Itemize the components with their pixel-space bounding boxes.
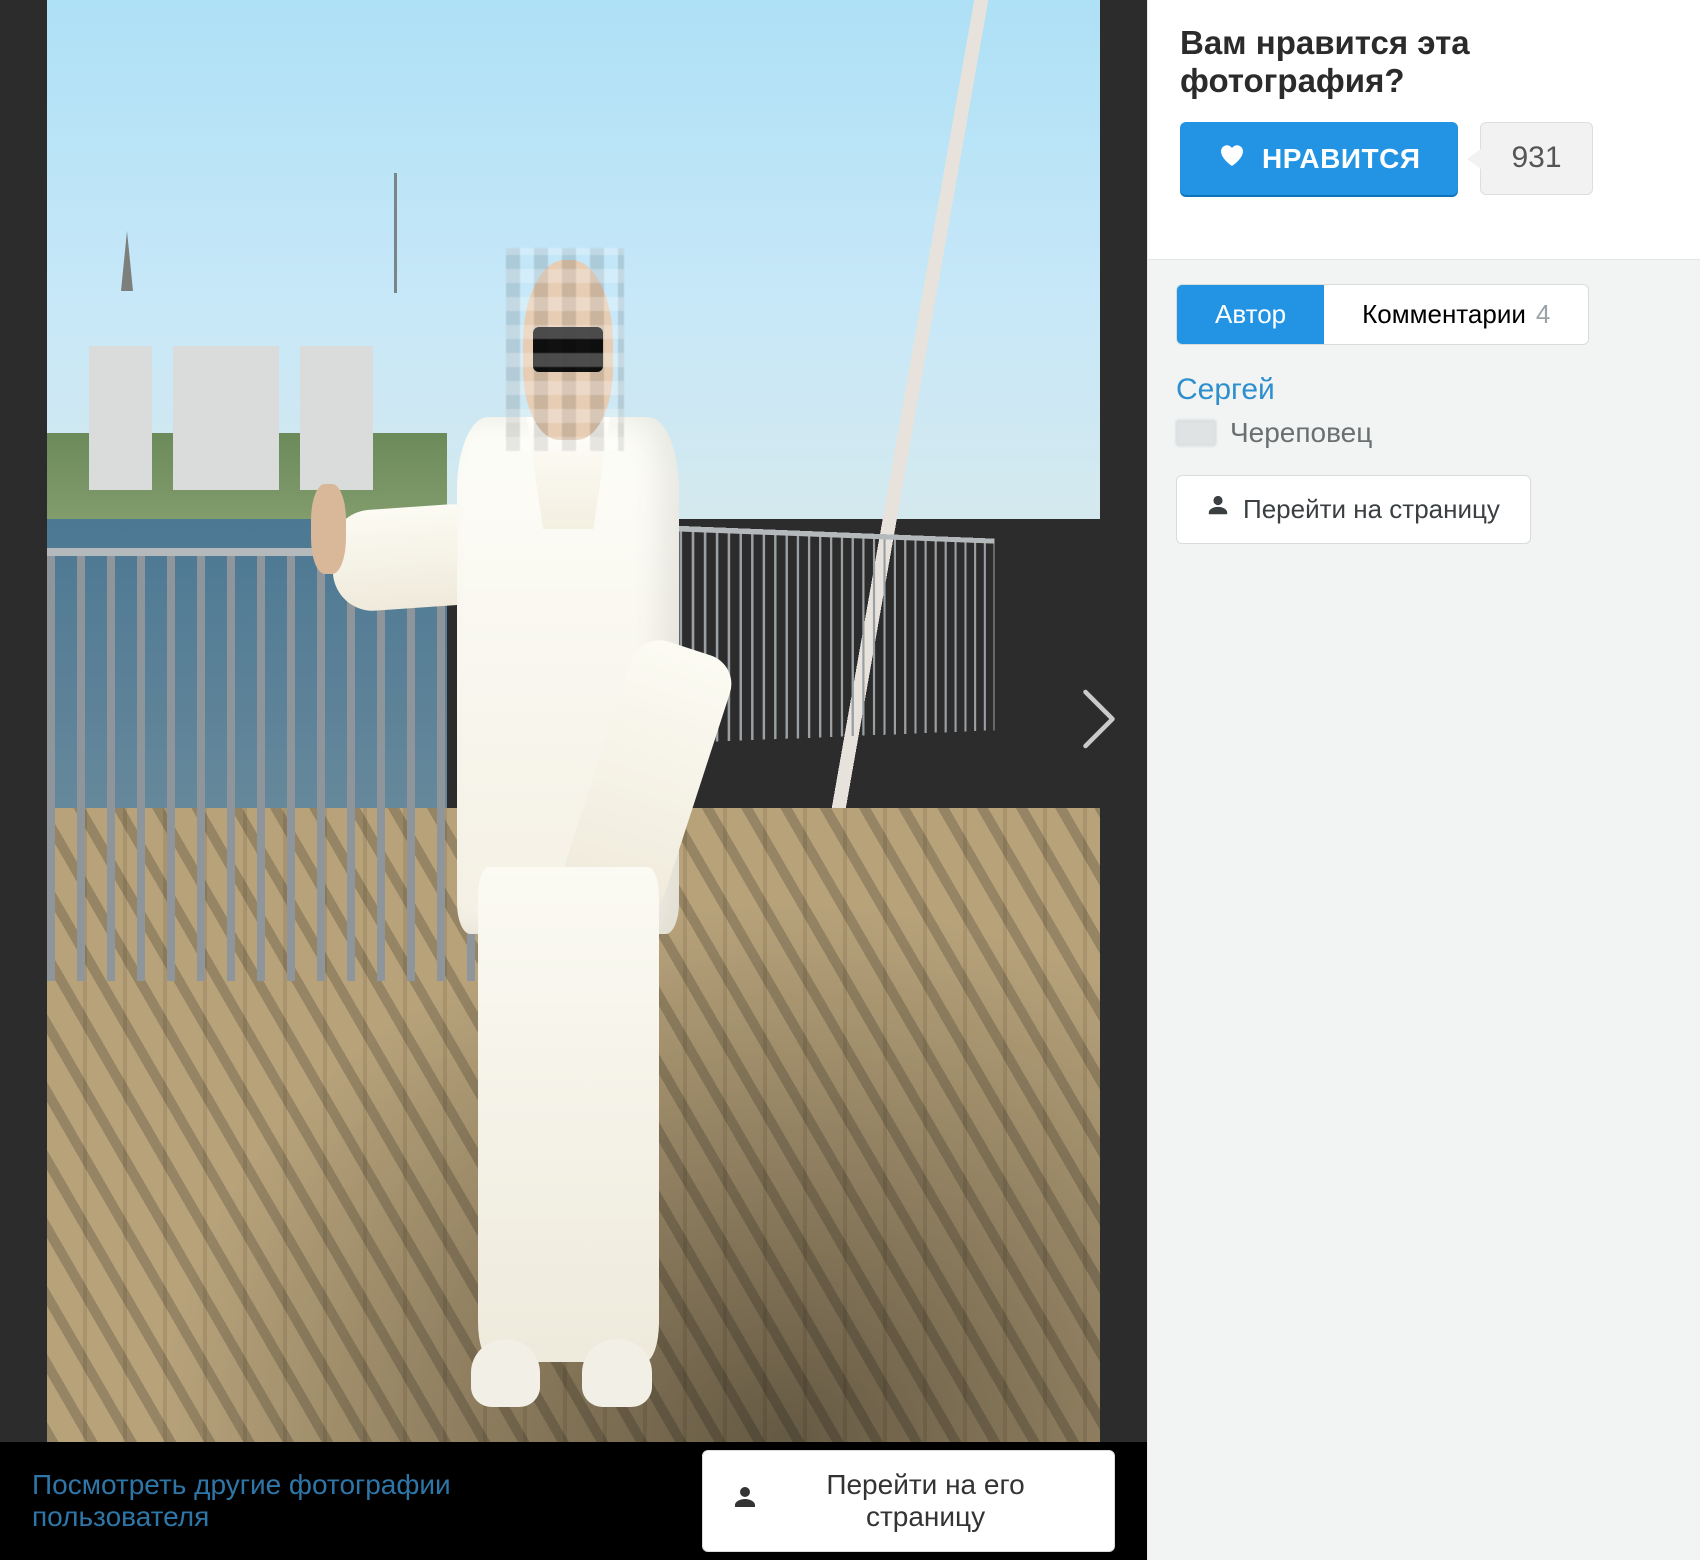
like-button[interactable]: НРАВИТСЯ bbox=[1180, 122, 1458, 195]
photo-scene bbox=[47, 0, 1100, 1442]
photo[interactable] bbox=[47, 0, 1100, 1442]
person-icon bbox=[733, 1485, 757, 1518]
tab-author[interactable]: Автор bbox=[1177, 285, 1324, 344]
goto-profile-label: Перейти на его страницу bbox=[767, 1469, 1084, 1533]
like-count: 931 bbox=[1480, 122, 1592, 195]
photo-column: Посмотреть другие фотографии пользовател… bbox=[0, 0, 1147, 1560]
photo-viewer: Посмотреть другие фотографии пользовател… bbox=[0, 0, 1700, 1560]
side-panel: Вам нравится эта фотография? НРАВИТСЯ 93… bbox=[1147, 0, 1700, 1560]
author-name: Сергей bbox=[1176, 373, 1672, 407]
photo-gutter-left bbox=[0, 0, 47, 1442]
like-block: Вам нравится эта фотография? НРАВИТСЯ 93… bbox=[1148, 0, 1700, 239]
heart-icon bbox=[1218, 142, 1246, 175]
more-photos-link[interactable]: Посмотреть другие фотографии пользовател… bbox=[32, 1469, 622, 1533]
flag-icon bbox=[1176, 420, 1216, 446]
like-button-label: НРАВИТСЯ bbox=[1262, 143, 1420, 175]
tab-comments-count: 4 bbox=[1536, 299, 1550, 330]
next-photo-button[interactable] bbox=[1069, 691, 1129, 751]
tab-author-label: Автор bbox=[1215, 299, 1286, 330]
chevron-right-icon bbox=[1080, 689, 1118, 754]
photo-footer: Посмотреть другие фотографии пользовател… bbox=[0, 1442, 1147, 1560]
like-question: Вам нравится эта фотография? bbox=[1180, 24, 1668, 100]
tab-comments-label: Комментарии bbox=[1362, 299, 1526, 330]
photo-stage bbox=[0, 0, 1147, 1442]
face-pixelation bbox=[506, 248, 624, 450]
person-icon bbox=[1207, 494, 1229, 525]
author-location: Череповец bbox=[1176, 417, 1672, 449]
goto-profile-button[interactable]: Перейти на его страницу bbox=[702, 1450, 1115, 1552]
goto-page-label: Перейти на страницу bbox=[1243, 494, 1500, 525]
goto-page-button[interactable]: Перейти на страницу bbox=[1176, 475, 1531, 544]
author-link[interactable]: Сергей bbox=[1176, 373, 1275, 406]
author-block: Автор Комментарии 4 Сергей Череповец Пер… bbox=[1148, 259, 1700, 1560]
tab-comments[interactable]: Комментарии 4 bbox=[1324, 285, 1588, 344]
author-city: Череповец bbox=[1230, 417, 1372, 449]
tabs: Автор Комментарии 4 bbox=[1176, 284, 1589, 345]
